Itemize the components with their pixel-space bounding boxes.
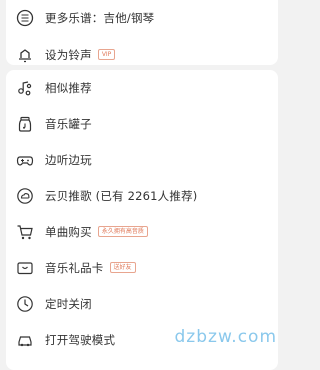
permanent-quality-badge: 永久拥有高音质 <box>97 226 148 237</box>
menu-item-label: 音乐罐子 <box>45 117 92 131</box>
menu-item-label: 边听边玩 <box>45 153 92 167</box>
menu-item-music-jar[interactable]: 音乐罐子 <box>6 106 278 142</box>
cart-icon <box>16 223 34 241</box>
menu-item-label: 打开驾驶模式 <box>45 333 116 347</box>
menu-item-label: 定时关闭 <box>45 297 92 311</box>
menu-item-label: 更多乐谱：吉他/钢琴 <box>45 11 155 25</box>
gamepad-icon <box>16 151 34 169</box>
menu-item-label: 单曲购买 永久拥有高音质 <box>45 224 148 240</box>
menu-item-set-ringtone[interactable]: 设为铃声 VIP <box>6 37 278 65</box>
menu-item-sleep-timer[interactable]: 定时关闭 <box>6 286 278 322</box>
top-menu-card: 更多乐谱：吉他/钢琴 设为铃声 VIP <box>6 0 278 65</box>
menu-item-similar[interactable]: 相似推荐 <box>6 70 278 106</box>
bottom-menu-card: 相似推荐 音乐罐子 边听边玩 云贝推歌 (已有 2261人推荐) 单曲购买 永久拥… <box>6 70 278 370</box>
menu-item-label: 相似推荐 <box>45 81 92 95</box>
music-jar-icon <box>16 115 34 133</box>
vip-badge: VIP <box>97 49 116 60</box>
ringtone-icon <box>16 46 34 64</box>
cloud-coin-icon <box>16 187 34 205</box>
menu-item-buy-single[interactable]: 单曲购买 永久拥有高音质 <box>6 214 278 250</box>
menu-item-label: 云贝推歌 (已有 2261人推荐) <box>45 189 198 203</box>
music-score-icon <box>16 9 34 27</box>
menu-item-cloud-coin-recommend[interactable]: 云贝推歌 (已有 2261人推荐) <box>6 178 278 214</box>
similar-music-icon <box>16 79 34 97</box>
car-icon <box>16 331 34 349</box>
gift-card-icon <box>16 259 34 277</box>
send-friend-badge: 送好友 <box>109 262 136 273</box>
menu-item-gift-card[interactable]: 音乐礼品卡 送好友 <box>6 250 278 286</box>
clock-icon <box>16 295 34 313</box>
menu-item-label: 设为铃声 VIP <box>45 47 116 63</box>
menu-item-more-scores[interactable]: 更多乐谱：吉他/钢琴 <box>6 0 278 36</box>
menu-item-label: 音乐礼品卡 送好友 <box>45 260 136 276</box>
watermark: dzbzw.com <box>174 327 277 347</box>
menu-item-play-games[interactable]: 边听边玩 <box>6 142 278 178</box>
